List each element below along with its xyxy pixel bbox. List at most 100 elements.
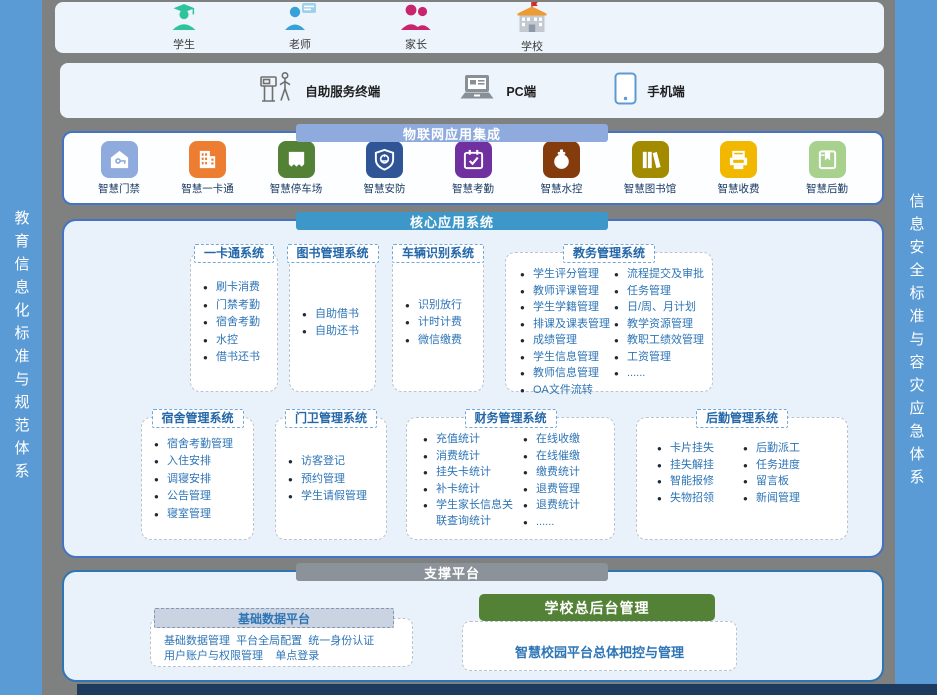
iot-item-label: 智慧收费 bbox=[718, 181, 760, 196]
feature-item: 挂失卡统计 bbox=[423, 465, 523, 481]
support-panel-header: 支撑平台 bbox=[296, 563, 608, 581]
system-title: 后勤管理系统 bbox=[696, 409, 788, 428]
feature-item: 自助还书 bbox=[302, 324, 373, 340]
iot-item-label: 智慧停车场 bbox=[270, 181, 323, 196]
system-card-finance: 财务管理系统 充值统计消费统计挂失卡统计补卡统计学生家长信息关联查询统计 在线收… bbox=[406, 417, 615, 540]
terminal-mobile: 手机端 bbox=[614, 72, 685, 110]
feature-list: 识别放行计时计费微信缴费 bbox=[393, 253, 483, 391]
iot-panel-header: 物联网应用集成 bbox=[296, 124, 608, 142]
feature-item: 补卡统计 bbox=[423, 482, 523, 498]
feature-item: 工资管理 bbox=[614, 350, 710, 366]
iot-item-security: 智慧安防 bbox=[354, 141, 416, 203]
feature-item: 教学资源管理 bbox=[614, 317, 710, 333]
feature-columns: 学生评分管理教师评课管理学生学籍管理排课及课表管理成绩管理学生信息管理教师信息管… bbox=[506, 253, 712, 391]
feature-item: 教师评课管理 bbox=[520, 284, 614, 300]
iot-item-fee: 智慧收费 bbox=[708, 141, 770, 203]
iot-item-label: 智慧门禁 bbox=[98, 181, 140, 196]
feature-item: 入住安排 bbox=[154, 454, 251, 470]
feature-item: 刷卡消费 bbox=[203, 280, 275, 296]
feature-item: 调寝安排 bbox=[154, 472, 251, 488]
card-icon bbox=[189, 141, 226, 178]
iot-item-library: 智慧图书馆 bbox=[619, 141, 681, 203]
iot-item-label: 智慧水控 bbox=[541, 181, 583, 196]
iot-item-logistics: 智慧后勤 bbox=[796, 141, 858, 203]
feature-item: 借书还书 bbox=[203, 350, 275, 366]
feature-item: 挂失解挂 bbox=[657, 458, 743, 474]
user-role-label: 学校 bbox=[521, 38, 543, 54]
feature-list: 宿舍考勤管理入住安排调寝安排公告管理寝室管理 bbox=[142, 418, 253, 539]
feature-item: 失物招领 bbox=[657, 491, 743, 507]
feature-item: 任务管理 bbox=[614, 284, 710, 300]
feature-item: 学生评分管理 bbox=[520, 267, 614, 283]
feature-item: 排课及课表管理 bbox=[520, 317, 614, 333]
feature-item: 充值统计 bbox=[423, 432, 523, 448]
attendance-icon bbox=[455, 141, 492, 178]
feature-list: 刷卡消费门禁考勤宿舍考勤水控借书还书 bbox=[191, 253, 277, 391]
water-icon bbox=[543, 141, 580, 178]
feature-columns: 充值统计消费统计挂失卡统计补卡统计学生家长信息关联查询统计 在线收缴在线催缴缴费… bbox=[407, 418, 614, 539]
school-backend-card: 智慧校园平台总体把控与管理 bbox=[462, 621, 737, 671]
user-role-parents: 家长 bbox=[383, 3, 449, 52]
user-role-student: 学生 bbox=[151, 3, 217, 52]
feature-list: 后勤派工任务进度留言板新闻管理 bbox=[743, 440, 833, 539]
laptop-icon bbox=[458, 73, 496, 108]
feature-item: 退费管理 bbox=[523, 482, 607, 498]
system-title: 财务管理系统 bbox=[464, 409, 556, 428]
support-platform-panel: 支撑平台 基础数据平台 基础数据管理 平台全局配置 统一身份认证 用户账户与权限… bbox=[62, 570, 884, 682]
system-card-vehicle: 车辆识别系统 识别放行计时计费微信缴费 bbox=[392, 252, 484, 392]
smart-campus-architecture-diagram: 教育信息化标准与规范体系 信息安全标准与容灾应急体系 学生 老师 bbox=[0, 0, 937, 695]
feature-list: 访客登记预约管理学生请假管理 bbox=[276, 418, 386, 539]
user-role-teacher: 老师 bbox=[267, 3, 333, 52]
iot-item-label: 智慧一卡通 bbox=[181, 181, 234, 196]
feature-item: OA文件流转 bbox=[520, 383, 614, 399]
right-pillar-label: 信息安全标准与容灾应急体系 bbox=[906, 193, 927, 492]
feature-item: 在线催缴 bbox=[523, 449, 607, 465]
system-title: 车辆识别系统 bbox=[392, 244, 484, 263]
feature-item: 教职工绩效管理 bbox=[614, 333, 710, 349]
logistics-icon bbox=[809, 141, 846, 178]
student-icon bbox=[169, 3, 199, 35]
system-card-logistics: 后勤管理系统 卡片挂失挂失解挂智能报修失物招领 后勤派工任务进度留言板新闻管理 bbox=[636, 417, 848, 540]
user-roles-panel: 学生 老师 家长 bbox=[55, 2, 884, 53]
system-card-dormitory: 宿舍管理系统 宿舍考勤管理入住安排调寝安排公告管理寝室管理 bbox=[141, 417, 254, 540]
user-role-label: 学生 bbox=[173, 36, 195, 52]
user-role-label: 家长 bbox=[405, 36, 427, 52]
feature-list: 充值统计消费统计挂失卡统计补卡统计学生家长信息关联查询统计 bbox=[415, 431, 523, 539]
feature-item: 寝室管理 bbox=[154, 507, 251, 523]
iot-item-access: 智慧门禁 bbox=[88, 141, 150, 203]
feature-item: 缴费统计 bbox=[523, 465, 607, 481]
terminal-label: 手机端 bbox=[647, 81, 685, 100]
core-applications-panel: 核心应用系统 一卡通系统 刷卡消费门禁考勤宿舍考勤水控借书还书 图书管理系统 自… bbox=[62, 219, 884, 558]
feature-item: 退费统计 bbox=[523, 498, 607, 514]
parents-icon bbox=[399, 3, 433, 35]
access-terminals-panel: 自助服务终端 PC端 手机端 bbox=[60, 63, 884, 118]
feature-item: 消费统计 bbox=[423, 449, 523, 465]
system-title: 宿舍管理系统 bbox=[151, 409, 243, 428]
base-platform-line2: 用户账户与权限管理 单点登录 bbox=[164, 650, 319, 662]
feature-item: 微信缴费 bbox=[405, 333, 481, 349]
feature-item: 门禁考勤 bbox=[203, 298, 275, 314]
feature-item: 在线收缴 bbox=[523, 432, 607, 448]
feature-item: 流程提交及审批 bbox=[614, 267, 710, 283]
iot-item-attendance: 智慧考勤 bbox=[442, 141, 504, 203]
base-platform-line1: 基础数据管理 平台全局配置 统一身份认证 bbox=[164, 635, 374, 647]
iot-integration-panel: 物联网应用集成 智慧门禁 智慧一卡通 智慧停车场 bbox=[62, 131, 884, 205]
feature-item: 预约管理 bbox=[288, 472, 384, 488]
library-icon bbox=[632, 141, 669, 178]
terminal-pc: PC端 bbox=[458, 73, 536, 108]
core-panel-header: 核心应用系统 bbox=[296, 212, 608, 230]
system-title: 门卫管理系统 bbox=[285, 409, 377, 428]
bottom-base-bar bbox=[77, 684, 937, 695]
system-title: 图书管理系统 bbox=[286, 244, 378, 263]
left-standards-pillar: 教育信息化标准与规范体系 bbox=[0, 0, 42, 695]
school-icon bbox=[514, 2, 550, 37]
iot-item-label: 智慧安防 bbox=[364, 181, 406, 196]
feature-item: ...... bbox=[614, 366, 710, 382]
feature-list: 卡片挂失挂失解挂智能报修失物招领 bbox=[645, 440, 743, 539]
feature-item: 宿舍考勤管理 bbox=[154, 437, 251, 453]
parking-icon bbox=[278, 141, 315, 178]
feature-item: 自助借书 bbox=[302, 307, 373, 323]
terminal-kiosk: 自助服务终端 bbox=[259, 70, 380, 111]
fee-icon bbox=[720, 141, 757, 178]
iot-item-parking: 智慧停车场 bbox=[265, 141, 327, 203]
